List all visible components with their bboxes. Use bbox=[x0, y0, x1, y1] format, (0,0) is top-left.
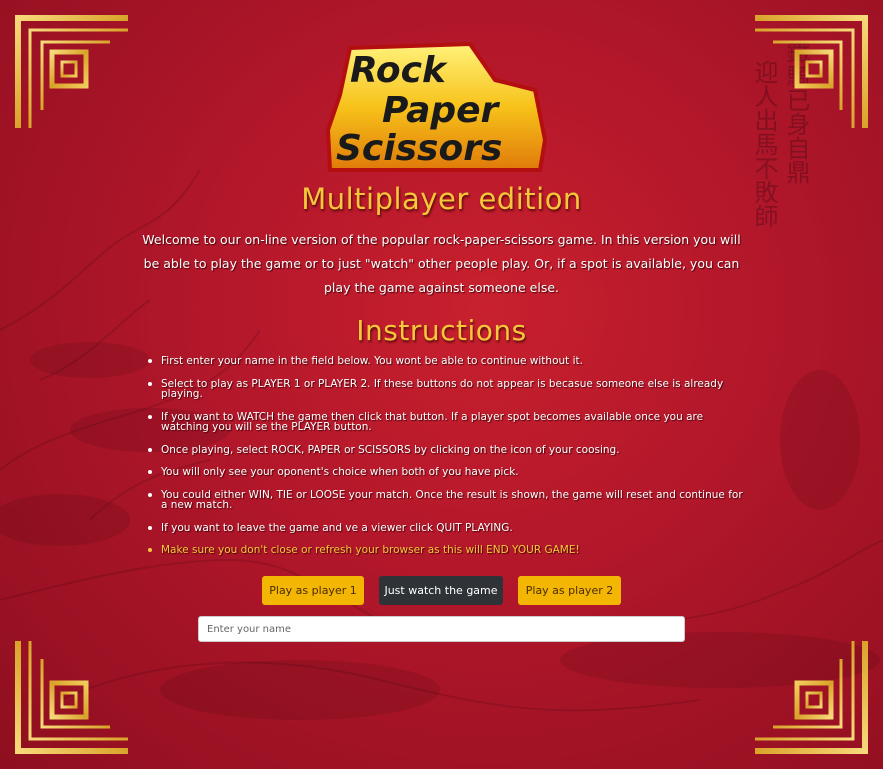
play-as-player2-button[interactable]: Play as player 2 bbox=[518, 576, 621, 605]
instruction-item: If you want to leave the game and ve a v… bbox=[148, 522, 751, 534]
svg-text:鐵騎已身自鼎: 鐵騎已身自鼎 bbox=[782, 40, 810, 184]
instruction-item: You will only see your oponent's choice … bbox=[148, 467, 751, 478]
instruction-warning: Make sure you don't close or refresh you… bbox=[148, 545, 751, 556]
instruction-item: Select to play as PLAYER 1 or PLAYER 2. … bbox=[148, 378, 751, 400]
play-as-player1-button[interactable]: Play as player 1 bbox=[262, 576, 364, 605]
logo-line-scissors: Scissors bbox=[336, 128, 502, 169]
intro-text: Welcome to our on-line version of the po… bbox=[142, 232, 741, 295]
page-title: Multiplayer edition bbox=[301, 182, 582, 216]
game-logo: Rock Paper Scissors bbox=[326, 42, 547, 172]
logo-line-rock: Rock bbox=[350, 50, 448, 91]
instruction-item: If you want to WATCH the game then click… bbox=[148, 411, 751, 433]
instruction-item: Once playing, select ROCK, PAPER or SCIS… bbox=[148, 444, 751, 456]
instruction-item: First enter your name in the field below… bbox=[148, 356, 751, 367]
logo-line-paper: Paper bbox=[382, 90, 501, 131]
name-input[interactable] bbox=[198, 616, 685, 642]
watch-game-button[interactable]: Just watch the game bbox=[379, 576, 503, 605]
instructions-list: First enter your name in the field below… bbox=[148, 356, 751, 568]
instructions-heading: Instructions bbox=[356, 314, 527, 347]
instruction-item: You could either WIN, TIE or LOOSE your … bbox=[148, 489, 751, 511]
